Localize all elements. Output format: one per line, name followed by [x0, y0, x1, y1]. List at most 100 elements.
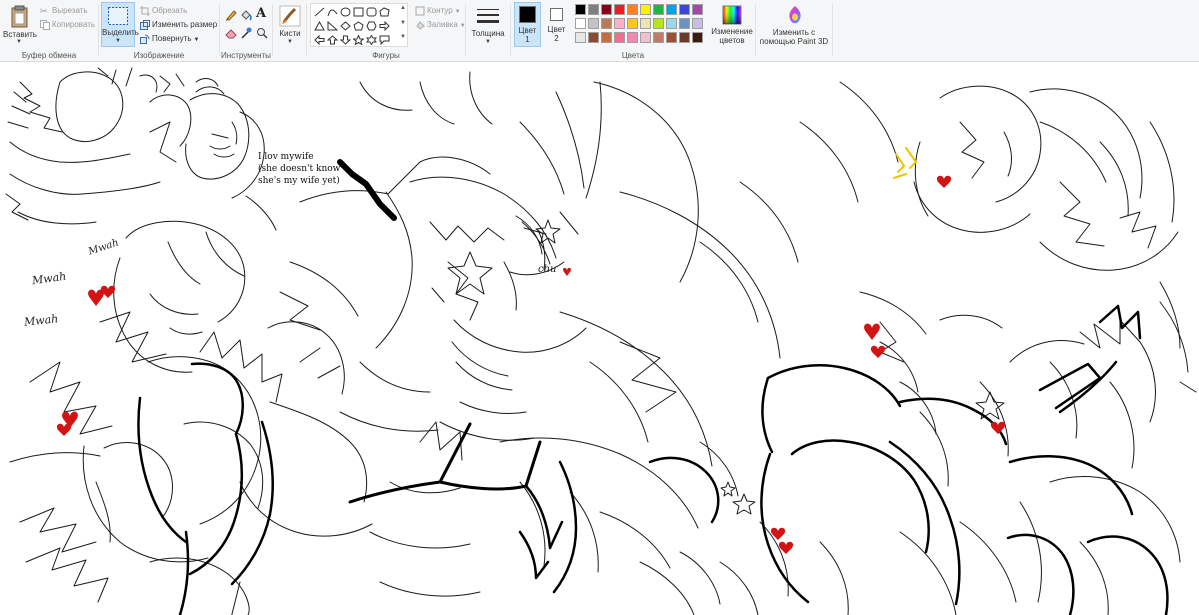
gallery-scroll-up-icon[interactable]: ▲ — [400, 5, 406, 11]
color1-button[interactable]: Цвет 1 — [514, 2, 541, 47]
paint3d-group: Изменить с помощью Paint 3D — [756, 0, 832, 61]
up-arrow-shape-icon[interactable] — [327, 35, 338, 45]
brushes-button[interactable]: Кисти ▼ — [275, 3, 305, 47]
palette-swatch[interactable] — [614, 4, 625, 15]
edit-colors-button[interactable]: Изменение цветов — [710, 3, 754, 47]
brushes-label: Кисти — [279, 29, 301, 38]
color1-index: 1 — [525, 35, 530, 44]
copy-label: Копировать — [52, 20, 96, 29]
palette-swatch[interactable] — [666, 4, 677, 15]
cut-button[interactable]: ✂ Вырезать — [40, 5, 88, 16]
gallery-expand-icon[interactable]: ▼ — [400, 34, 406, 40]
palette-swatch[interactable] — [653, 32, 664, 43]
image-group: Выделить ▼ Обрезать Изменить размер Пове… — [99, 0, 219, 61]
chevron-down-icon: ▼ — [454, 9, 461, 15]
edit-paint3d-button[interactable]: Изменить с помощью Paint 3D — [758, 3, 830, 47]
palette-swatch[interactable] — [575, 32, 586, 43]
palette-swatch[interactable] — [627, 4, 638, 15]
pencil-icon[interactable] — [225, 9, 237, 21]
line-shape-icon[interactable] — [314, 7, 325, 17]
palette-swatch[interactable] — [575, 18, 586, 29]
fill-button[interactable]: Заливка ▼ — [415, 19, 466, 32]
size-button[interactable]: Толщина ▼ — [469, 3, 507, 47]
rotate-button[interactable]: Повернуть ▼ — [140, 33, 199, 46]
image-group-label: Изображение — [133, 51, 185, 60]
rectangle-shape-icon[interactable] — [353, 7, 364, 17]
palette-swatch[interactable] — [640, 32, 651, 43]
polygon-shape-icon[interactable] — [379, 7, 390, 17]
palette-swatch[interactable] — [601, 18, 612, 29]
palette-swatch[interactable] — [666, 18, 677, 29]
star-6-shape-icon[interactable] — [366, 35, 377, 45]
pentagon-shape-icon[interactable] — [353, 21, 364, 31]
colors-group-label: Цвета — [621, 51, 645, 60]
palette-swatch[interactable] — [679, 18, 690, 29]
magnifier-icon[interactable] — [256, 27, 268, 39]
palette-swatch[interactable] — [627, 18, 638, 29]
paste-button[interactable]: Вставить ▼ — [2, 3, 38, 47]
curve-shape-icon[interactable] — [327, 7, 338, 17]
palette-swatch[interactable] — [588, 32, 599, 43]
callout-shape-icon[interactable] — [379, 35, 390, 45]
color2-button[interactable]: Цвет 2 — [544, 2, 571, 47]
palette-swatch[interactable] — [588, 4, 599, 15]
star-shape-icon[interactable] — [353, 35, 364, 45]
palette-swatch[interactable] — [679, 4, 690, 15]
palette-swatch[interactable] — [640, 4, 651, 15]
palette-swatch[interactable] — [653, 18, 664, 29]
paint3d-label-2: помощью Paint 3D — [759, 37, 829, 46]
palette-swatch[interactable] — [692, 18, 703, 29]
copy-icon — [40, 19, 50, 30]
clipboard-icon — [11, 5, 28, 28]
canvas-note-text: I lov mywife (she doesn't know she's my … — [258, 152, 341, 186]
down-arrow-shape-icon[interactable] — [340, 35, 351, 45]
resize-button[interactable]: Изменить размер — [140, 19, 217, 30]
brush-icon — [279, 5, 301, 27]
color-picker-icon[interactable] — [240, 27, 252, 39]
palette-swatch[interactable] — [575, 4, 586, 15]
gallery-scroll-down-icon[interactable]: ▼ — [400, 20, 406, 26]
palette-swatch[interactable] — [692, 32, 703, 43]
palette-swatch[interactable] — [679, 32, 690, 43]
rotate-icon — [140, 34, 150, 44]
palette-swatch[interactable] — [601, 32, 612, 43]
scissors-icon: ✂ — [40, 5, 48, 16]
palette-swatch[interactable] — [588, 18, 599, 29]
rounded-rectangle-shape-icon[interactable] — [366, 7, 377, 17]
size-label: Толщина — [471, 29, 505, 38]
chevron-down-icon: ▼ — [485, 39, 491, 45]
triangle-shape-icon[interactable] — [314, 21, 325, 31]
oval-shape-icon[interactable] — [340, 7, 351, 17]
outline-button[interactable]: Контур ▼ — [415, 5, 461, 18]
color2-swatch — [550, 8, 563, 21]
palette-swatch[interactable] — [666, 32, 677, 43]
palette-swatch[interactable] — [653, 4, 664, 15]
outline-label: Контур — [427, 6, 453, 15]
chevron-down-icon: ▼ — [193, 37, 200, 43]
text-tool-icon[interactable]: A — [256, 6, 266, 21]
copy-button[interactable]: Копировать — [40, 19, 95, 30]
color2-index: 2 — [554, 34, 559, 43]
crop-label: Обрезать — [152, 6, 188, 15]
line-thickness-icon — [477, 9, 499, 23]
left-arrow-shape-icon[interactable] — [314, 35, 325, 45]
palette-swatch[interactable] — [640, 18, 651, 29]
diamond-shape-icon[interactable] — [340, 21, 351, 31]
right-arrow-shape-icon[interactable] — [379, 21, 390, 31]
hexagon-shape-icon[interactable] — [366, 21, 377, 31]
palette-swatch[interactable] — [614, 18, 625, 29]
eraser-icon[interactable] — [225, 27, 237, 39]
right-triangle-shape-icon[interactable] — [327, 21, 338, 31]
crop-button[interactable]: Обрезать — [140, 5, 187, 16]
brushes-group: Кисти ▼ — [273, 0, 306, 61]
select-button[interactable]: Выделить ▼ — [101, 2, 139, 47]
drawing-canvas[interactable]: I lov mywife (she doesn't know she's my … — [0, 62, 1199, 615]
fill-bucket-icon[interactable] — [240, 9, 252, 21]
edit-colors-label-2: цветов — [719, 36, 745, 45]
palette-swatch[interactable] — [614, 32, 625, 43]
fill-icon — [415, 20, 425, 30]
tools-group: A Инструменты — [220, 0, 272, 61]
palette-swatch[interactable] — [601, 4, 612, 15]
palette-swatch[interactable] — [627, 32, 638, 43]
palette-swatch[interactable] — [692, 4, 703, 15]
